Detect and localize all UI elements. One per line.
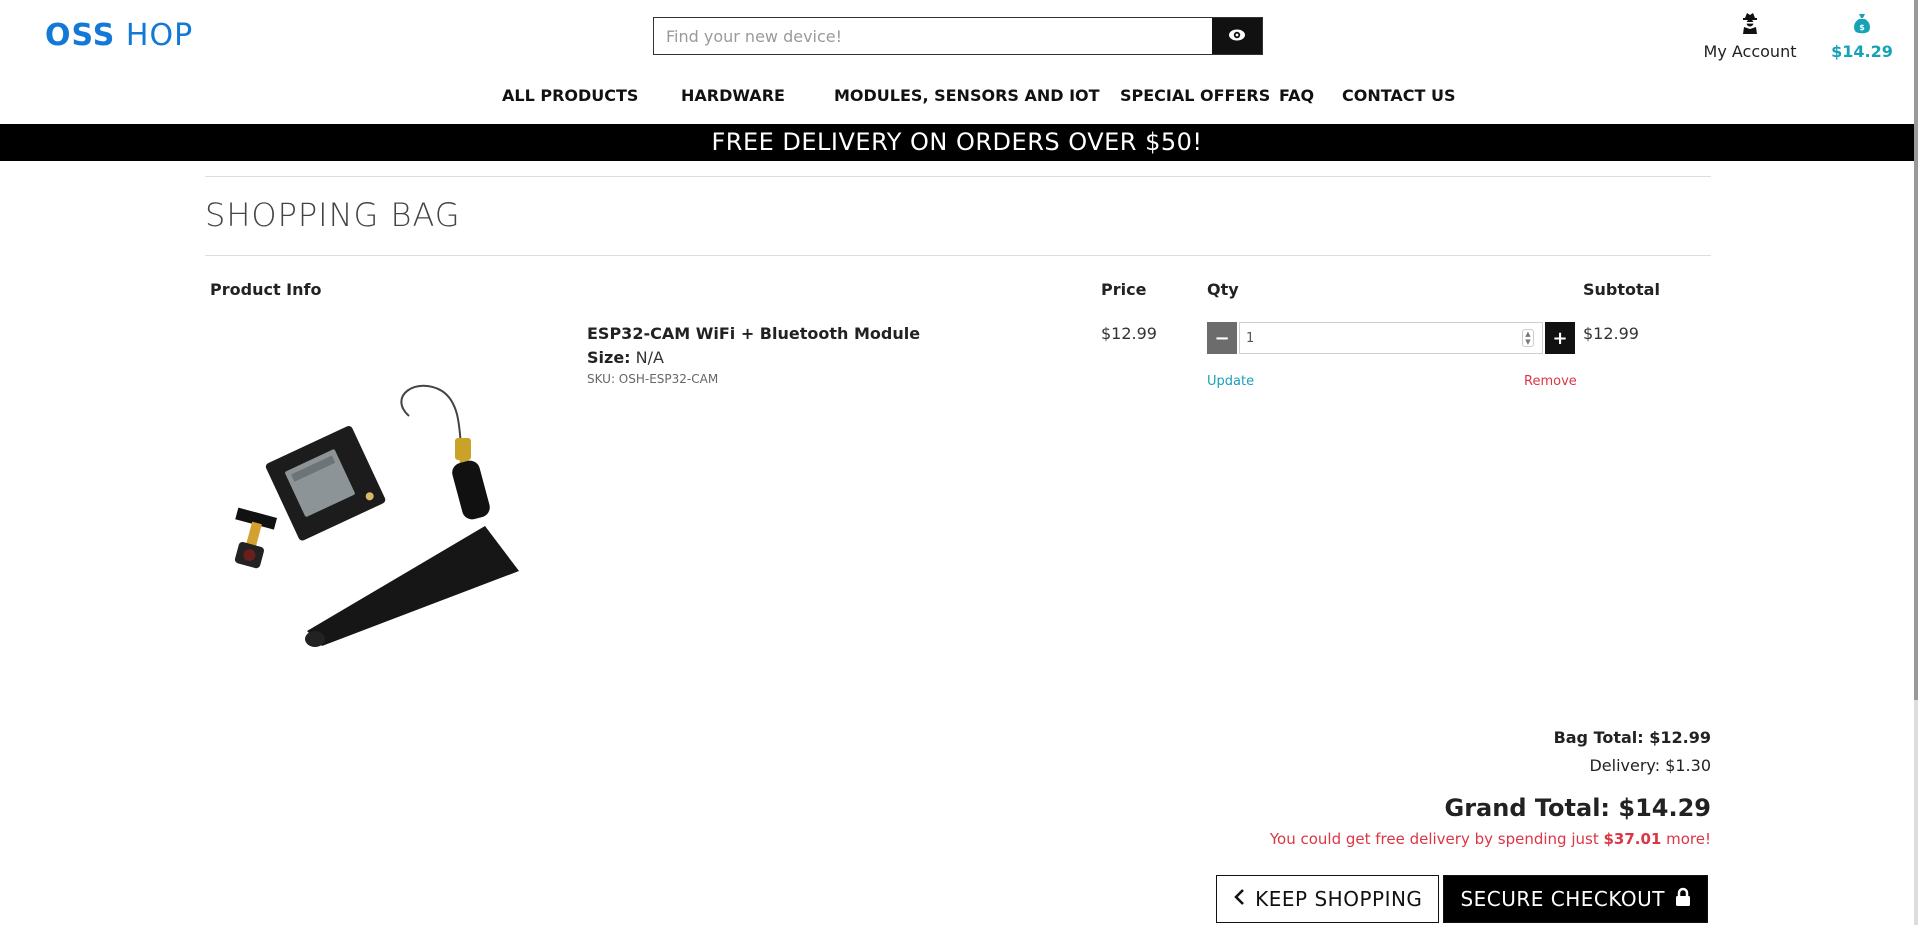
page-scrollbar[interactable] xyxy=(1914,0,1918,925)
header-price: Price xyxy=(1101,280,1147,299)
bag-total-amount: $14.29 xyxy=(1831,42,1893,61)
bag-total: Bag Total: $12.99 xyxy=(1553,728,1711,747)
main-nav: ALL PRODUCTS HARDWARE MODULES, SENSORS A… xyxy=(0,86,1918,106)
qty-value: 1 xyxy=(1246,330,1255,346)
remove-link[interactable]: Remove xyxy=(1524,374,1577,389)
spinner-arrows-icon[interactable]: ▲ ▼ xyxy=(1522,329,1534,347)
secure-checkout-button[interactable]: SECURE CHECKOUT xyxy=(1443,875,1708,923)
update-link[interactable]: Update xyxy=(1207,374,1254,389)
nav-all-products[interactable]: ALL PRODUCTS xyxy=(502,86,638,105)
page-title: SHOPPING BAG xyxy=(205,196,461,234)
nav-special-offers[interactable]: SPECIAL OFFERS xyxy=(1120,86,1270,105)
header-subtotal: Subtotal xyxy=(1583,280,1660,299)
header-qty: Qty xyxy=(1207,280,1239,299)
free-msg-prefix: You could get free delivery by spending … xyxy=(1269,830,1604,848)
divider xyxy=(205,255,1711,256)
search-input[interactable] xyxy=(654,18,1212,54)
logo-part-2: HOP xyxy=(125,18,194,53)
my-account-link[interactable]: My Account xyxy=(1700,12,1800,61)
product-image[interactable] xyxy=(227,376,567,656)
increment-qty-button[interactable]: + xyxy=(1545,322,1575,354)
divider xyxy=(205,176,1711,177)
product-price: $12.99 xyxy=(1101,324,1157,343)
nav-contact-us[interactable]: CONTACT US xyxy=(1342,86,1456,105)
product-subtotal: $12.99 xyxy=(1583,324,1639,343)
header-product-info: Product Info xyxy=(210,280,322,299)
eye-icon xyxy=(1228,27,1246,46)
shopping-bag-section: SHOPPING BAG Product Info Price Qty Subt… xyxy=(205,176,1711,923)
logo-part-1: OSS xyxy=(45,18,116,53)
promo-banner: FREE DELIVERY ON ORDERS OVER $50! xyxy=(0,124,1914,161)
site-header: OSS HOP My Account xyxy=(0,0,1918,124)
search-bar xyxy=(653,17,1263,55)
delivery-cost: Delivery: $1.30 xyxy=(1589,756,1711,775)
grand-total: Grand Total: $14.29 xyxy=(1444,794,1711,822)
free-msg-suffix: more! xyxy=(1661,830,1711,848)
qty-input[interactable]: 1 ▲ ▼ xyxy=(1239,322,1543,354)
user-secret-icon xyxy=(1700,12,1800,36)
chevron-left-icon xyxy=(1233,887,1245,911)
product-size: Size: N/A xyxy=(587,348,664,367)
my-account-label: My Account xyxy=(1703,42,1797,61)
site-logo[interactable]: OSS HOP xyxy=(45,18,193,53)
nav-faq[interactable]: FAQ xyxy=(1279,86,1314,105)
decrement-qty-button[interactable]: − xyxy=(1207,322,1237,354)
secure-checkout-label: SECURE CHECKOUT xyxy=(1460,887,1665,911)
shopping-bag-link[interactable]: $ $14.29 xyxy=(1830,12,1894,61)
product-name[interactable]: ESP32-CAM WiFi + Bluetooth Module xyxy=(587,324,920,343)
keep-shopping-label: KEEP SHOPPING xyxy=(1255,887,1423,911)
keep-shopping-button[interactable]: KEEP SHOPPING xyxy=(1216,875,1440,923)
bag-actions: KEEP SHOPPING SECURE CHECKOUT xyxy=(1216,875,1708,923)
search-button[interactable] xyxy=(1212,18,1262,54)
free-delivery-message: You could get free delivery by spending … xyxy=(1011,830,1711,856)
svg-text:$: $ xyxy=(1859,23,1865,32)
scrollbar-thumb[interactable] xyxy=(1914,0,1918,700)
order-totals: Bag Total: $12.99 Delivery: $1.30 Grand … xyxy=(1011,728,1711,856)
free-msg-amount: $37.01 xyxy=(1603,830,1662,848)
lock-icon xyxy=(1675,887,1691,912)
size-value: N/A xyxy=(635,348,664,367)
nav-hardware[interactable]: HARDWARE xyxy=(681,86,785,105)
product-sku: SKU: OSH-ESP32-CAM xyxy=(587,372,719,386)
nav-modules-sensors-iot[interactable]: MODULES, SENSORS AND IOT xyxy=(834,86,1100,105)
size-label: Size: xyxy=(587,348,631,367)
money-bag-icon: $ xyxy=(1830,12,1894,36)
quantity-stepper: − 1 ▲ ▼ + xyxy=(1207,322,1575,354)
